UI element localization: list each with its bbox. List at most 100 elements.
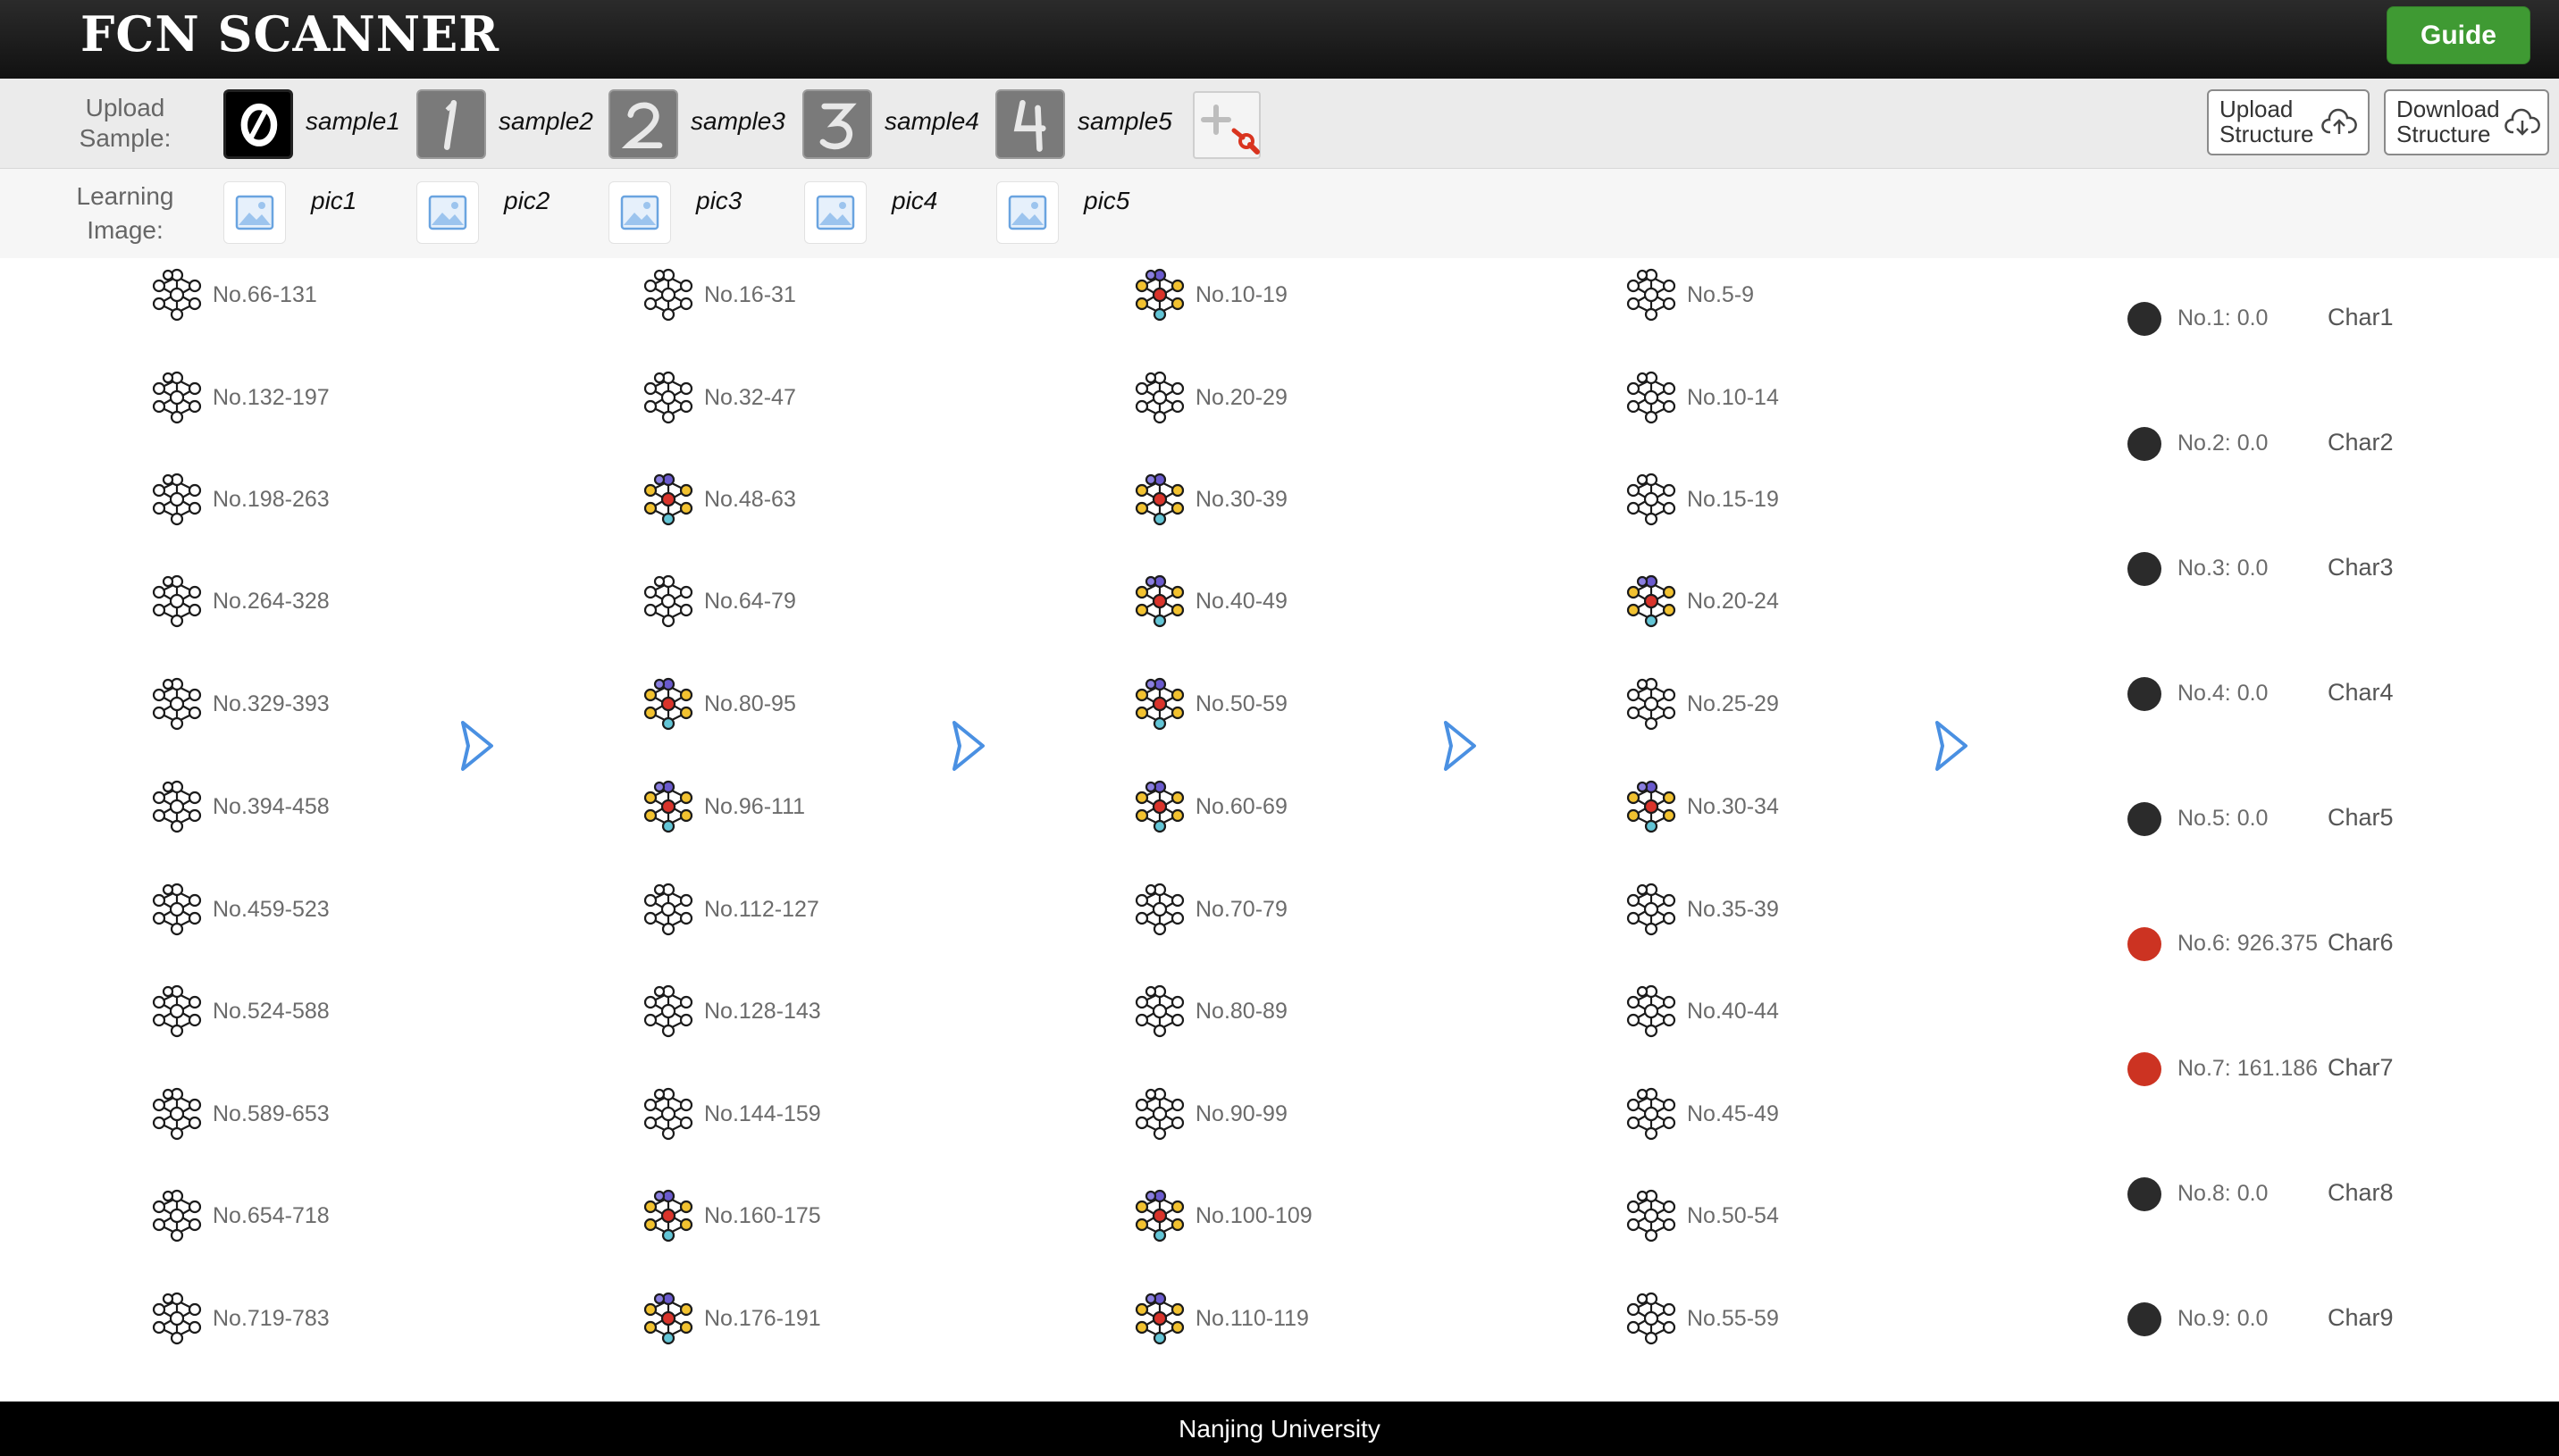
- output-node-3[interactable]: No.3: 0.0 Char3: [2127, 552, 2394, 586]
- layer-2-node-2[interactable]: No.32-47: [642, 371, 796, 424]
- download-structure-button[interactable]: Download Structure: [2384, 89, 2549, 155]
- output-node-1[interactable]: No.1: 0.0 Char1: [2127, 302, 2394, 336]
- neural-network-icon: [152, 677, 202, 731]
- output-node-2[interactable]: No.2: 0.0 Char2: [2127, 427, 2394, 461]
- image-placeholder-icon[interactable]: [996, 181, 1059, 244]
- layer-2-node-3[interactable]: No.48-63: [642, 473, 796, 526]
- layer-1-node-1[interactable]: No.66-131: [150, 268, 317, 322]
- layer-3-node-3[interactable]: No.30-39: [1133, 473, 1288, 526]
- layer-1-node-11[interactable]: No.719-783: [150, 1292, 330, 1345]
- sample-item-3[interactable]: sample3: [608, 89, 785, 159]
- sample-thumbnail[interactable]: [995, 89, 1065, 159]
- output-value: No.9: 0.0: [2177, 1306, 2269, 1331]
- layer-1-node-6[interactable]: No.394-458: [150, 780, 330, 833]
- neural-network-icon: [1135, 574, 1185, 628]
- node-range-label: No.16-31: [704, 281, 796, 307]
- learning-pic-2[interactable]: pic2: [416, 181, 550, 244]
- learning-pic-5[interactable]: pic5: [996, 181, 1129, 244]
- sample-item-1[interactable]: sample1: [223, 89, 400, 159]
- neural-network-icon: [152, 1292, 202, 1345]
- layer-1-node-4[interactable]: No.264-328: [150, 574, 330, 628]
- layer-4-node-11[interactable]: No.55-59: [1624, 1292, 1779, 1345]
- upload-label-line1: Upload: [85, 94, 165, 121]
- layer-3-node-4[interactable]: No.40-49: [1133, 574, 1288, 628]
- layer-4-node-8[interactable]: No.40-44: [1624, 984, 1779, 1038]
- output-indicator: [2127, 1052, 2161, 1086]
- layer-2-node-4[interactable]: No.64-79: [642, 574, 796, 628]
- layer-3-node-11[interactable]: No.110-119: [1133, 1292, 1309, 1345]
- layer-3-node-7[interactable]: No.70-79: [1133, 883, 1288, 936]
- upload-structure-button[interactable]: Upload Structure: [2207, 89, 2370, 155]
- layer-2-node-7[interactable]: No.112-127: [642, 883, 819, 936]
- layer-4-node-10[interactable]: No.50-54: [1624, 1189, 1779, 1243]
- layer-2-node-10[interactable]: No.160-175: [642, 1189, 821, 1243]
- output-node-7[interactable]: No.7: 161.186 Char7: [2127, 1052, 2394, 1086]
- layer-4-node-4[interactable]: No.20-24: [1624, 574, 1779, 628]
- learning-pic-1[interactable]: pic1: [223, 181, 357, 244]
- layer-4-node-5[interactable]: No.25-29: [1624, 677, 1779, 731]
- output-node-4[interactable]: No.4: 0.0 Char4: [2127, 677, 2394, 711]
- layer-3-node-6[interactable]: No.60-69: [1133, 780, 1288, 833]
- sample-thumbnail[interactable]: [416, 89, 486, 159]
- layer-1-node-7[interactable]: No.459-523: [150, 883, 330, 936]
- image-placeholder-icon[interactable]: [223, 181, 286, 244]
- layer-4-node-2[interactable]: No.10-14: [1624, 371, 1779, 424]
- layer-2-node-1[interactable]: No.16-31: [642, 268, 796, 322]
- sample-item-4[interactable]: sample4: [802, 89, 979, 159]
- output-value: No.3: 0.0: [2177, 556, 2269, 581]
- sample-label: sample4: [885, 107, 979, 135]
- neural-network-icon: [152, 268, 202, 322]
- layer-3-node-9[interactable]: No.90-99: [1133, 1087, 1288, 1141]
- sample-thumbnail[interactable]: [223, 89, 293, 159]
- layer-1-node-3[interactable]: No.198-263: [150, 473, 330, 526]
- layer-2-node-6[interactable]: No.96-111: [642, 780, 805, 833]
- layer-2-node-9[interactable]: No.144-159: [642, 1087, 821, 1141]
- output-node-5[interactable]: No.5: 0.0 Char5: [2127, 802, 2394, 836]
- output-node-6[interactable]: No.6: 926.375 Char6: [2127, 927, 2394, 961]
- sample-item-5[interactable]: sample5: [995, 89, 1172, 159]
- learning-pic-4[interactable]: pic4: [804, 181, 937, 244]
- layer-3-node-10[interactable]: No.100-109: [1133, 1189, 1313, 1243]
- neural-network-icon: [1135, 1292, 1185, 1345]
- guide-button[interactable]: Guide: [2387, 6, 2530, 64]
- layer-1-node-10[interactable]: No.654-718: [150, 1189, 330, 1243]
- node-range-label: No.20-24: [1687, 588, 1779, 614]
- layer-2-node-8[interactable]: No.128-143: [642, 984, 821, 1038]
- layer-1-node-2[interactable]: No.132-197: [150, 371, 330, 424]
- sample-item-2[interactable]: sample2: [416, 89, 593, 159]
- app-title: FCN SCANNER: [80, 5, 500, 63]
- layer-1-node-9[interactable]: No.589-653: [150, 1087, 330, 1141]
- learning-pic-label: pic4: [892, 187, 938, 214]
- layer-4-node-6[interactable]: No.30-34: [1624, 780, 1779, 833]
- neural-network-icon: [152, 1189, 202, 1243]
- layer-3-node-5[interactable]: No.50-59: [1133, 677, 1288, 731]
- layer-arrow-2: [947, 719, 988, 777]
- layer-arrow-3: [1439, 719, 1480, 777]
- layer-4-node-9[interactable]: No.45-49: [1624, 1087, 1779, 1141]
- layer-2-node-5[interactable]: No.80-95: [642, 677, 796, 731]
- output-node-9[interactable]: No.9: 0.0 Char9: [2127, 1302, 2394, 1336]
- layer-4-node-7[interactable]: No.35-39: [1624, 883, 1779, 936]
- image-placeholder-icon[interactable]: [416, 181, 479, 244]
- image-placeholder-icon[interactable]: [804, 181, 867, 244]
- sample-thumbnail[interactable]: [802, 89, 872, 159]
- layer-3-node-8[interactable]: No.80-89: [1133, 984, 1288, 1038]
- cloud-download-icon: [2504, 108, 2540, 136]
- output-indicator: [2127, 427, 2161, 461]
- layer-2-node-11[interactable]: No.176-191: [642, 1292, 821, 1345]
- neural-network-icon: [643, 984, 693, 1038]
- node-range-label: No.100-109: [1196, 1202, 1313, 1228]
- chevron-right-icon: [1935, 721, 1967, 771]
- image-placeholder-icon[interactable]: [608, 181, 671, 244]
- layer-4-node-1[interactable]: No.5-9: [1624, 268, 1754, 322]
- layer-3-node-2[interactable]: No.20-29: [1133, 371, 1288, 424]
- sample-thumbnail[interactable]: [608, 89, 678, 159]
- output-node-8[interactable]: No.8: 0.0 Char8: [2127, 1177, 2394, 1211]
- layer-4-node-3[interactable]: No.15-19: [1624, 473, 1779, 526]
- learning-pic-3[interactable]: pic3: [608, 181, 742, 244]
- layer-1-node-8[interactable]: No.524-588: [150, 984, 330, 1038]
- add-sample-button[interactable]: [1193, 91, 1261, 159]
- layer-3-node-1[interactable]: No.10-19: [1133, 268, 1288, 322]
- layer-1-node-5[interactable]: No.329-393: [150, 677, 330, 731]
- neural-network-icon: [152, 883, 202, 936]
